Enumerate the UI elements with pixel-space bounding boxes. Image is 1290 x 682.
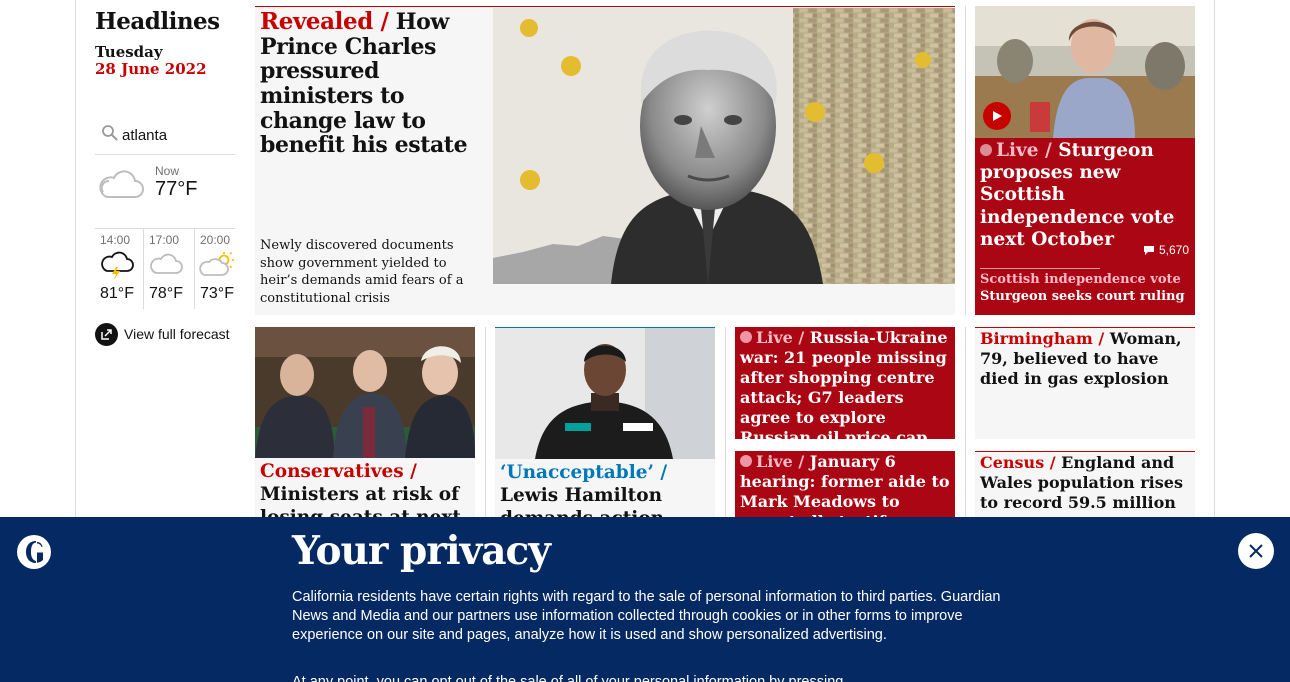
census-headline: Census / England and Wales population ri… [980,453,1192,513]
hamilton-card[interactable]: ‘Unacceptable’ / Lewis Hamilton demands … [495,327,715,537]
play-video-button[interactable] [983,102,1011,130]
conservatives-card[interactable]: Conservatives / Ministers at risk of los… [255,327,475,537]
column-divider [485,327,486,537]
cloud-icon [150,253,183,274]
forecast-temp: 81°F [100,285,134,302]
view-full-forecast-label: View full forecast [124,326,230,342]
privacy-banner: Your privacy California residents have c… [0,517,1290,682]
now-label: Now [155,164,180,178]
feature-headline: Revealed / How Prince Charles pressured … [260,9,485,158]
section-title: Headlines [95,8,220,35]
russia-ukraine-live-card[interactable]: Live / Russia-Ukraine war: 21 people mis… [735,327,955,439]
hourly-forecast: 14:00 81°F 17:00 78°F 20:00 73°F [95,228,236,309]
cloud-icon [99,170,144,198]
prince-charles-image [493,8,955,284]
forecast-slot: 20:00 73°F [194,229,236,309]
external-link-icon [95,322,118,346]
forecast-time: 20:00 [200,233,231,247]
privacy-body-continued: At any point, you can opt out of the sal… [292,674,844,682]
sturgeon-headline: Live / Sturgeon proposes new Scottish in… [980,140,1192,251]
column-divider [725,327,726,537]
live-pulse-icon [740,455,752,467]
birmingham-headline: Birmingham / Woman, 79, believed to have… [980,329,1192,389]
headline-kicker: Revealed / [260,8,389,35]
weather-location-search [95,118,235,155]
headline-kicker: Conservatives / [260,461,417,482]
birmingham-card[interactable]: Birmingham / Woman, 79, believed to have… [975,327,1195,439]
forecast-time: 17:00 [149,233,180,247]
location-input[interactable] [122,124,232,146]
close-icon [1249,544,1263,558]
search-icon [102,125,118,141]
feature-standfirst: Newly discovered documents show governme… [260,238,464,306]
forecast-slot: 17:00 78°F [143,229,193,309]
guardian-logo-icon [17,535,51,569]
forecast-slot: 14:00 81°F [95,229,145,309]
sublink-kicker[interactable]: Scottish independence vote [980,272,1181,287]
sturgeon-live-card[interactable]: Live / Sturgeon proposes new Scottish in… [975,6,1195,315]
privacy-body: California residents have certain rights… [292,589,1001,644]
now-temperature: 77°F [155,178,198,200]
live-kicker: Live / [996,140,1052,161]
view-full-forecast-link[interactable]: View full forecast [95,322,230,346]
lewis-hamilton-image [495,328,715,459]
privacy-title: Your privacy [292,528,551,574]
comment-icon [1143,245,1154,255]
sun-cloud-icon [199,251,234,276]
commons-ministers-image [255,327,475,458]
column-divider [965,327,966,537]
close-privacy-button[interactable] [1238,533,1274,569]
headline-kicker: ‘Unacceptable’ / [500,462,668,483]
column-divider [965,6,966,315]
live-kicker: Live / [756,328,805,347]
live-kicker: Live / [756,452,805,471]
russia-ukraine-headline: Live / Russia-Ukraine war: 21 people mis… [740,328,954,439]
date-day: Tuesday [95,43,163,61]
play-icon [993,111,1002,121]
thunder-cloud-icon [101,251,134,280]
forecast-temp: 73°F [200,285,234,302]
comment-count[interactable]: 5,670 [1143,243,1189,257]
forecast-time: 14:00 [100,233,131,247]
comment-count-value: 5,670 [1158,243,1189,257]
feature-card-prince-charles[interactable]: Revealed / How Prince Charles pressured … [255,6,955,315]
divider [980,268,1100,269]
headline-kicker: Birmingham / [980,329,1105,348]
live-pulse-icon [740,331,752,343]
date-full: 28 June 2022 [95,60,207,78]
forecast-temp: 78°F [149,285,183,302]
headline-kicker: Census / [980,453,1056,472]
live-pulse-icon [980,144,992,156]
sublink-headline[interactable]: Sturgeon seeks court ruling [980,289,1185,304]
